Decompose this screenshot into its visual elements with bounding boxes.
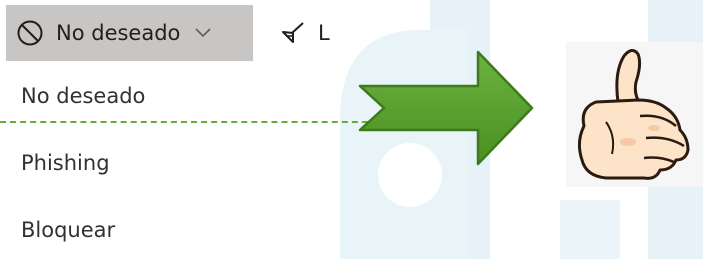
dashed-guide-line [0, 121, 378, 123]
broom-icon [280, 20, 306, 46]
junk-dropdown-menu: No deseado Phishing Bloquear [0, 63, 335, 259]
thumbs-up-image [566, 42, 703, 187]
sweep-button-label: L [318, 21, 330, 45]
menu-item-phishing[interactable]: Phishing [21, 151, 110, 175]
toolbar: No deseado L [0, 0, 335, 64]
arrow-right-icon [358, 50, 534, 166]
menu-item-no-deseado[interactable]: No deseado [21, 84, 145, 108]
block-icon [16, 19, 44, 47]
sweep-button[interactable]: L [270, 5, 335, 61]
thumbs-up-icon [577, 49, 690, 180]
junk-button-label: No deseado [56, 21, 181, 45]
menu-item-bloquear[interactable]: Bloquear [21, 218, 115, 242]
chevron-down-icon [194, 27, 212, 39]
junk-button[interactable]: No deseado [6, 5, 253, 61]
